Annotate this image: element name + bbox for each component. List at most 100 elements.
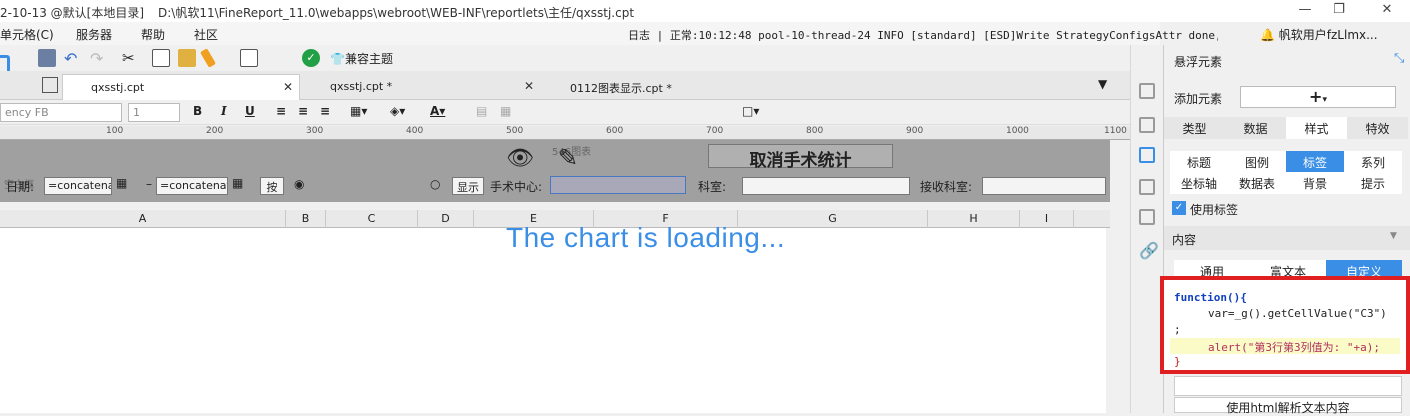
custom-code-editor[interactable]: function(){ var=_g().getCellValue("C3") …: [1160, 276, 1410, 374]
font-size-select[interactable]: 1: [128, 103, 180, 122]
undo-icon[interactable]: ↶: [64, 49, 82, 68]
copy-icon[interactable]: [152, 49, 170, 67]
content-label: 内容: [1172, 233, 1197, 247]
widget-settings-icon[interactable]: [1139, 179, 1155, 195]
theme-button[interactable]: 👕兼容主题: [330, 50, 393, 67]
align-left-icon[interactable]: ≡: [276, 104, 286, 118]
edit-pencil-icon[interactable]: ✎: [558, 144, 578, 172]
show-button[interactable]: 显示: [452, 177, 484, 195]
date-dash: –: [146, 177, 152, 191]
ruler-tick: 100: [106, 126, 124, 136]
radio-icon[interactable]: ◉: [294, 177, 304, 191]
tab-qxsstj-modified[interactable]: qxsstj.cpt * ✕: [302, 74, 540, 100]
dept-select[interactable]: [742, 177, 910, 195]
html-parse-button[interactable]: 使用html解析文本内容: [1174, 397, 1402, 415]
chevron-down-icon[interactable]: ▼: [1390, 231, 1397, 241]
paste-icon[interactable]: [178, 49, 196, 67]
format-brush-icon[interactable]: [200, 48, 216, 68]
subtab-datatable[interactable]: 数据表: [1228, 172, 1286, 194]
condition-icon[interactable]: [1139, 209, 1155, 225]
font-family-select[interactable]: ency FB: [0, 103, 122, 122]
bold-icon[interactable]: B: [193, 104, 202, 118]
subtab-title[interactable]: 标题: [1170, 151, 1228, 173]
subtab-series[interactable]: 系列: [1344, 151, 1402, 173]
col-d[interactable]: D: [418, 210, 474, 228]
surgery-center-select[interactable]: [550, 176, 686, 194]
cell-attr-icon[interactable]: [1139, 83, 1155, 99]
tab-effect[interactable]: 特效: [1347, 117, 1408, 139]
subtab-background[interactable]: 背景: [1286, 172, 1344, 194]
col-c[interactable]: C: [326, 210, 418, 228]
by-button[interactable]: 按: [260, 177, 284, 195]
grid-icon[interactable]: [42, 77, 58, 93]
link-icon[interactable]: 🔗: [1139, 241, 1159, 260]
use-label-checkbox[interactable]: ✓: [1172, 201, 1186, 215]
minimize-icon[interactable]: —: [1290, 2, 1320, 20]
tab-0112[interactable]: 0112图表显示.cpt *: [542, 74, 782, 100]
italic-icon[interactable]: I: [221, 104, 227, 118]
ruler-tick: 1000: [1006, 126, 1029, 136]
recv-dept-label: 接收科室:: [920, 180, 973, 194]
menu-community[interactable]: 社区: [194, 26, 218, 43]
ruler-tick: 200: [206, 126, 224, 136]
calendar-icon[interactable]: ▦: [116, 176, 127, 190]
align-center-icon[interactable]: ≡: [298, 104, 308, 118]
settings-icon[interactable]: [1139, 117, 1155, 133]
close-icon[interactable]: ✕: [1372, 2, 1402, 20]
log-status[interactable]: 日志 | 正常:10:12:48 pool-10-thread-24 INFO …: [628, 22, 1218, 45]
border-icon[interactable]: ▦▾: [350, 104, 367, 118]
subtab-tooltip[interactable]: 提示: [1344, 172, 1402, 194]
menu-server[interactable]: 服务器: [76, 26, 112, 43]
menu-cell[interactable]: 单元格(C): [0, 26, 54, 43]
add-element-label: 添加元素: [1174, 92, 1223, 106]
tab-menu-icon[interactable]: ▼: [1098, 77, 1107, 91]
col-a[interactable]: A: [0, 210, 286, 228]
menu-help[interactable]: 帮助: [141, 26, 165, 43]
subtab-label[interactable]: 标签: [1286, 151, 1344, 173]
subtab-axis[interactable]: 坐标轴: [1170, 172, 1228, 194]
tab-style[interactable]: 样式: [1286, 117, 1347, 139]
redo-icon[interactable]: ↷: [90, 49, 108, 68]
title-left-text: 2-10-13 @默认[本地目录]: [0, 6, 145, 20]
font-color-icon[interactable]: A▾: [430, 104, 445, 118]
close-tab-icon[interactable]: ✕: [283, 80, 293, 94]
add-plus: +: [1309, 87, 1323, 106]
collapse-icon[interactable]: ⤡: [1394, 51, 1404, 66]
radio-icon[interactable]: ○: [430, 177, 440, 191]
close-tab-icon[interactable]: ✕: [524, 79, 534, 93]
subtab-legend[interactable]: 图例: [1228, 151, 1286, 173]
underline-icon[interactable]: U: [245, 104, 255, 118]
ruler-tick: 1100: [1104, 126, 1127, 136]
tab-type[interactable]: 类型: [1164, 117, 1225, 139]
user-area[interactable]: 🔔 帆软用户fzLlmx...: [1260, 22, 1410, 45]
calendar-icon[interactable]: ▦: [232, 176, 243, 190]
restore-icon[interactable]: ❐: [1324, 2, 1354, 20]
side-icon-bar: 🔗: [1130, 45, 1163, 413]
tab-data[interactable]: 数据: [1225, 117, 1286, 139]
check-icon[interactable]: ✓: [302, 49, 320, 67]
bell-icon[interactable]: 🔔: [1260, 28, 1275, 42]
col-b[interactable]: B: [286, 210, 326, 228]
save-icon[interactable]: [38, 49, 56, 67]
widget-icon[interactable]: □▾: [742, 104, 759, 118]
split-icon: ▦: [500, 104, 512, 118]
sheet-area[interactable]: [0, 228, 1106, 413]
hide-eye-icon[interactable]: 👁: [506, 146, 534, 171]
ruler: 100 200 300 400 500 600 700 800 900 1000…: [0, 126, 1130, 140]
recv-dept-select[interactable]: [982, 177, 1106, 195]
date-from-input[interactable]: =concatena: [44, 177, 112, 195]
preview-icon[interactable]: [240, 49, 258, 67]
date-to-input[interactable]: =concatenat: [156, 177, 228, 195]
tab-qxsstj[interactable]: qxsstj.cpt ✕: [62, 74, 300, 100]
add-element-button[interactable]: +▾: [1240, 86, 1396, 108]
parameter-pane[interactable]: 空白框 546图表 👁 ✎ 取消手术统计 日期: =concatena ▦ – …: [0, 140, 1110, 202]
content-section[interactable]: 内容 ▼: [1164, 226, 1410, 250]
fill-color-icon[interactable]: ◈▾: [390, 104, 405, 118]
ruler-tick: 600: [606, 126, 624, 136]
col-i[interactable]: I: [1020, 210, 1074, 228]
cut-icon[interactable]: ✂: [122, 49, 140, 67]
align-right-icon[interactable]: ≡: [320, 104, 330, 118]
col-h[interactable]: H: [928, 210, 1020, 228]
tab-label: qxsstj.cpt *: [330, 80, 393, 93]
float-element-icon[interactable]: [1139, 147, 1155, 163]
